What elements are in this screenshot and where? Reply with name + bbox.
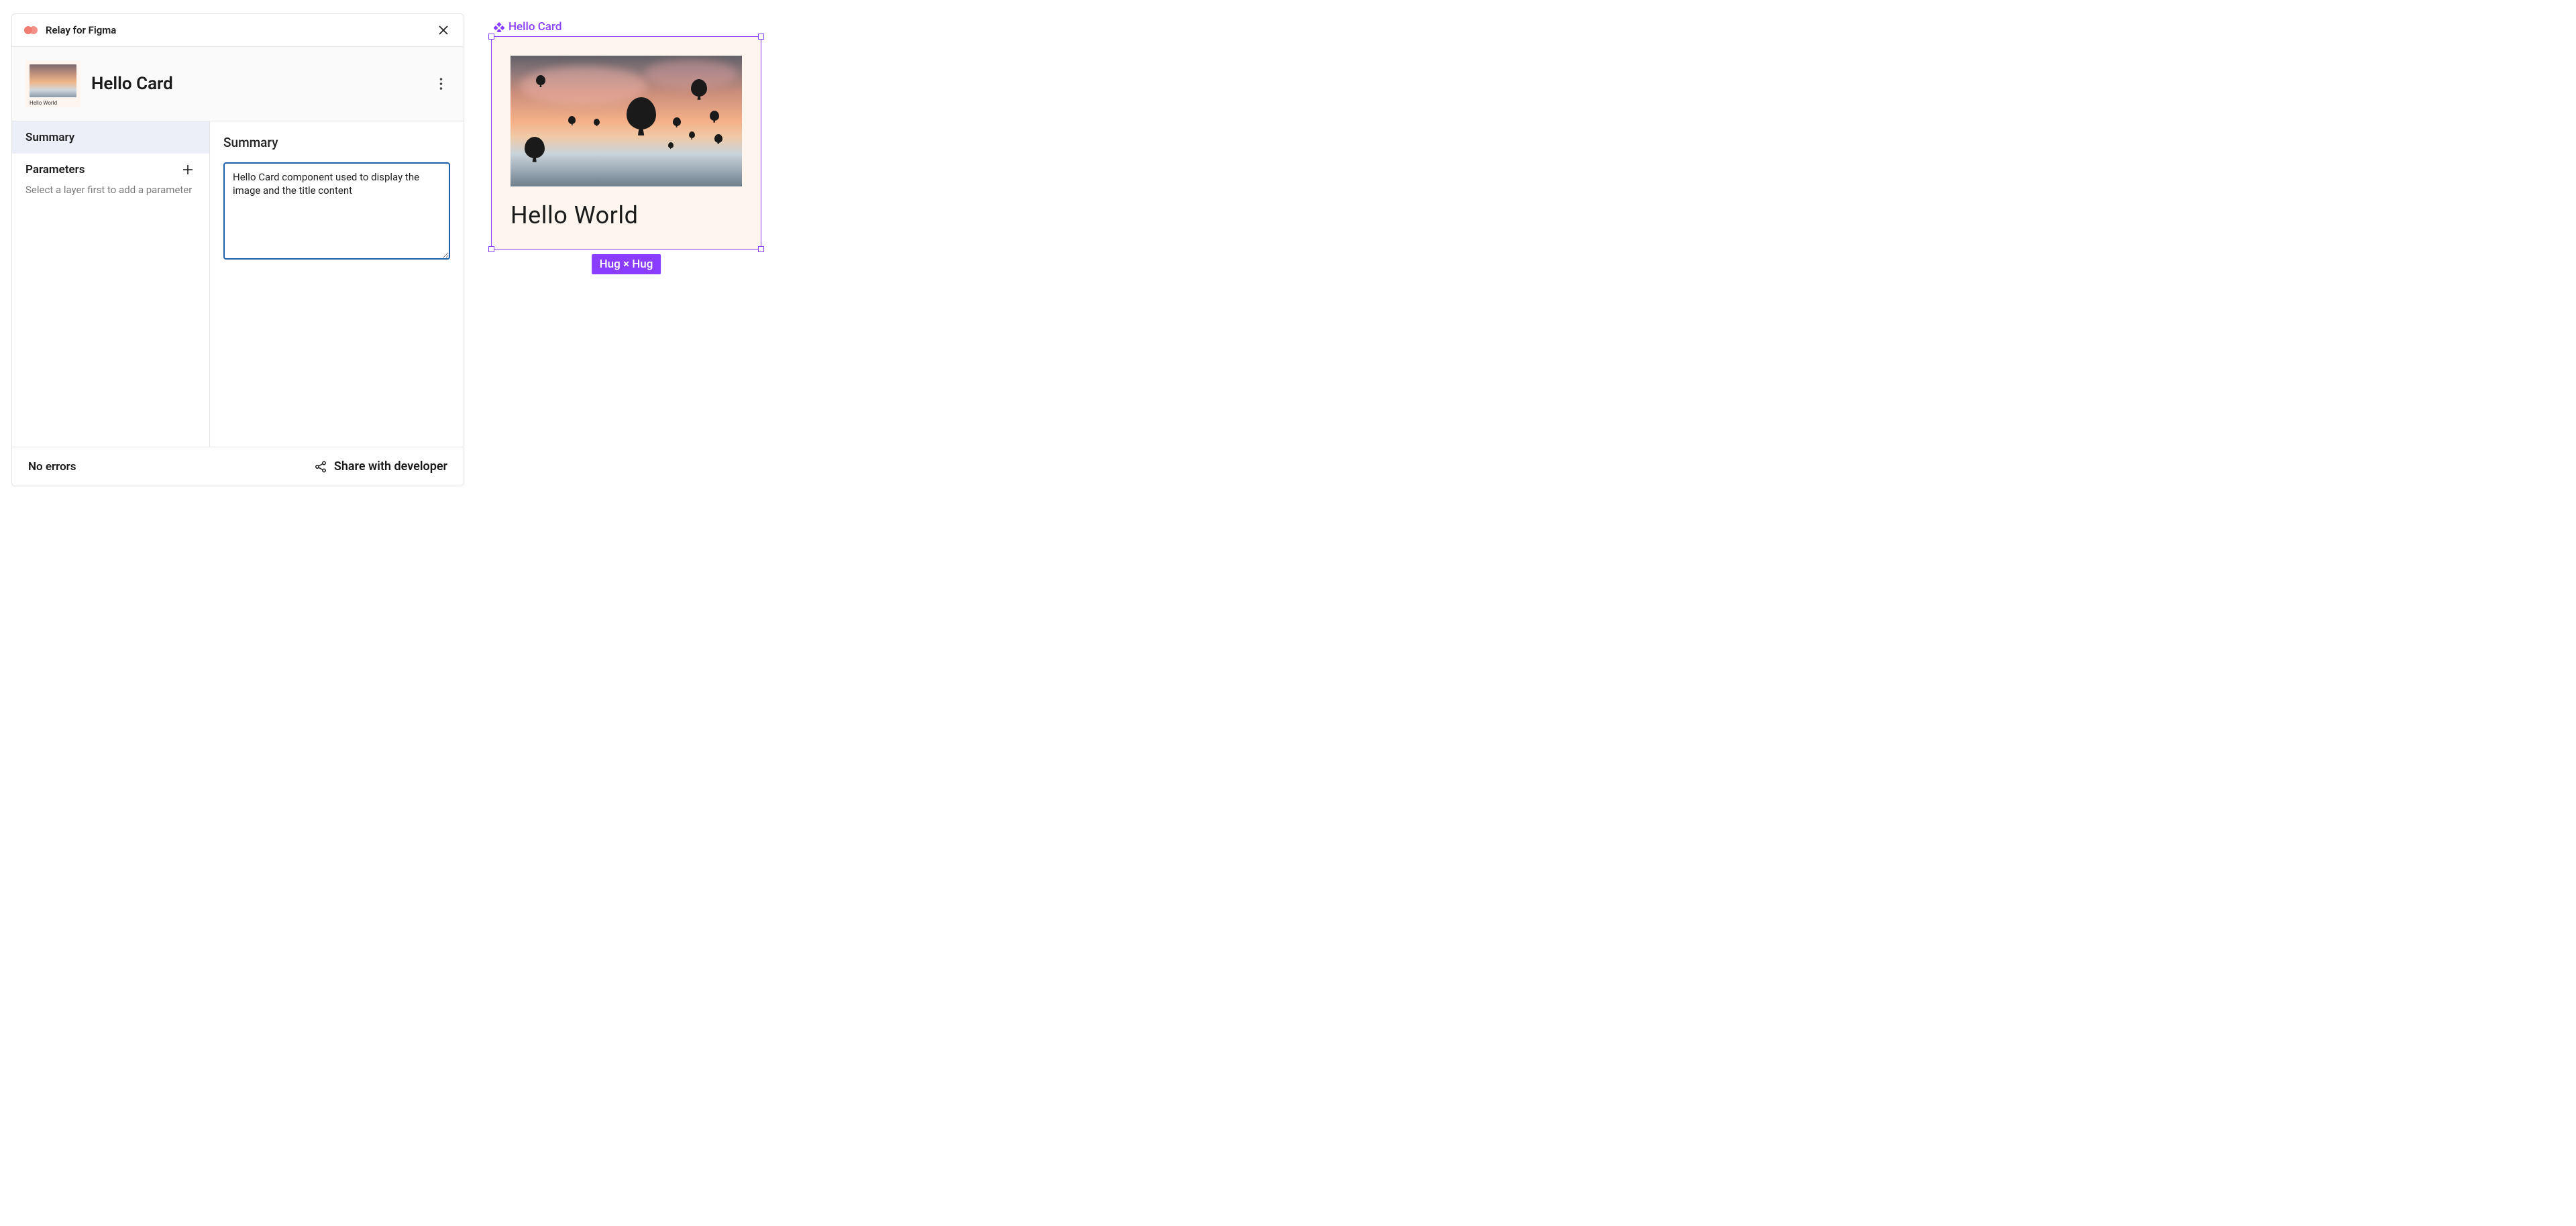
resize-handle-tr[interactable] [758,34,764,40]
content-heading: Summary [223,135,450,150]
sidebar: Summary Parameters Select a layer first … [12,121,210,447]
close-button[interactable] [435,22,451,38]
share-icon [314,460,327,473]
panel-body: Summary Parameters Select a layer first … [12,121,464,447]
content-area: Summary [210,121,464,447]
frame-label[interactable]: Hello Card [494,20,761,34]
add-parameter-button[interactable] [180,162,196,178]
parameters-header: Parameters [12,154,209,180]
hello-card-component: Hello World [492,37,761,249]
card-image [511,56,742,186]
share-with-developer-button[interactable]: Share with developer [314,459,447,473]
panel-titlebar: Relay for Figma [12,14,464,47]
resize-handle-br[interactable] [758,246,764,252]
figma-canvas[interactable]: Hello Card Hello Worl [491,13,761,486]
close-icon [437,24,449,36]
component-thumbnail: Hello World [25,60,80,107]
selected-frame[interactable]: Hello World Hug × Hug [491,36,761,249]
parameters-label: Parameters [25,163,180,176]
frame-name: Hello Card [508,20,561,34]
thumbnail-image [30,64,76,97]
relay-panel: Relay for Figma Hello World Hello Card S… [11,13,464,486]
summary-textarea[interactable] [223,162,450,260]
resize-handle-bl[interactable] [488,246,494,252]
more-vertical-icon [439,77,443,91]
component-header: Hello World Hello Card [12,47,464,121]
parameters-hint: Select a layer first to add a parameter [12,180,209,199]
errors-status: No errors [28,460,314,473]
plus-icon [182,164,194,176]
autolayout-size-badge: Hug × Hug [592,254,661,274]
component-icon [494,21,504,32]
tab-summary[interactable]: Summary [12,121,209,154]
relay-logo-icon [24,25,39,35]
resize-handle-tl[interactable] [488,34,494,40]
thumbnail-caption: Hello World [30,100,76,106]
plugin-title: Relay for Figma [46,24,116,36]
share-label: Share with developer [334,459,447,473]
more-options-button[interactable] [431,74,450,93]
component-name: Hello Card [91,74,421,94]
panel-footer: No errors Share with developer [12,447,464,486]
card-title: Hello World [511,201,742,229]
